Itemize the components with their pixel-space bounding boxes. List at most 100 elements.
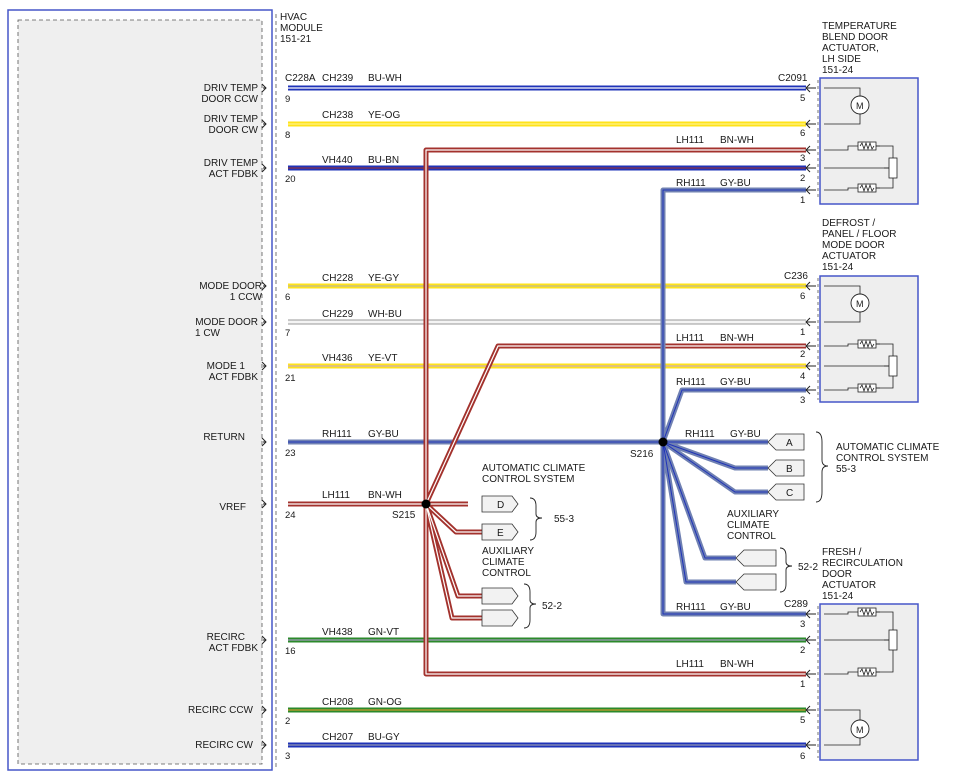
- act2-pin-4: 4: [800, 371, 805, 382]
- connector-b-label: B: [786, 464, 793, 475]
- pin-label-driv-temp-cw-2: DOOR CW: [209, 125, 259, 136]
- connector-c-label: C: [786, 488, 793, 499]
- wire-label-rh111-top-circuit: RH111: [676, 178, 706, 189]
- wiring-diagram: HVAC MODULE 151-21 DRIV TEMP DOOR CCW DR…: [7, 9, 940, 771]
- module-pin-21: 21: [285, 373, 296, 384]
- actuator-1-connector: C2091: [778, 73, 808, 84]
- wire-label-s216-branch-circuit: RH111: [685, 429, 715, 440]
- actuator-2-title-4: ACTUATOR: [822, 251, 876, 262]
- ref-s215-aux-3: CONTROL: [482, 568, 531, 579]
- actuator-2-title-2: PANEL / FLOOR: [822, 229, 896, 240]
- splice-s216: [658, 437, 668, 447]
- wire-label-rh111-bot-circuit: RH111: [676, 602, 706, 613]
- actuator-3-title-3: DOOR: [822, 569, 852, 580]
- pin-label-return: RETURN: [203, 432, 245, 443]
- wire-label-s216-branch-color: GY-BU: [730, 429, 761, 440]
- act3-pin-6: 6: [800, 751, 805, 762]
- ref-s216-aux-page: 52-2: [798, 562, 818, 573]
- actuator-3-title-4: ACTUATOR: [822, 580, 876, 591]
- ref-s215-aux-page: 52-2: [542, 601, 562, 612]
- act2-pin-3: 3: [800, 395, 805, 406]
- wire-label-lh111-top-color: BN-WH: [720, 135, 754, 146]
- wire-label-rh111-mid-color: GY-BU: [720, 377, 751, 388]
- connector-e-label: E: [497, 528, 504, 539]
- wire-label-lh111-top-circuit: LH111: [676, 135, 704, 146]
- pin-label-mode-fdbk-1: MODE 1: [207, 361, 246, 372]
- wire-lh111-network: [288, 147, 806, 677]
- wire-label-ch228-color: YE-GY: [368, 273, 399, 284]
- actuator-1-title-1: TEMPERATURE: [822, 21, 897, 32]
- svg-text:M: M: [856, 725, 864, 735]
- wire-label-lh111-mid-circuit: LH111: [676, 333, 704, 344]
- pin-label-recirc-cw: RECIRC CW: [195, 740, 253, 751]
- wire-label-rh111-top-color: GY-BU: [720, 178, 751, 189]
- splice-s215-label: S215: [392, 510, 416, 521]
- act1-pin-5: 5: [800, 93, 805, 104]
- resistor-icon: [857, 667, 877, 677]
- module-pin-numbers: 9 8 20 6 7 21 23 24 16 2 3: [285, 94, 296, 762]
- hvac-module-title-3: 151-21: [280, 34, 312, 45]
- ref-s215-acc-1: AUTOMATIC CLIMATE: [482, 463, 586, 474]
- pin-label-mode-ccw-1: MODE DOOR: [199, 281, 262, 292]
- svg-text:M: M: [856, 299, 864, 309]
- connector-aux-2: [481, 609, 519, 627]
- wire-label-ch239-circuit: CH239: [322, 73, 354, 84]
- actuator-1-title-3: ACTUATOR,: [822, 43, 879, 54]
- potentiometer-icon: [888, 629, 898, 651]
- wire-label-ch229-circuit: CH229: [322, 309, 354, 320]
- pin-label-mode-cw-1: MODE DOOR: [195, 317, 258, 328]
- wire-label-ch207-circuit: CH207: [322, 732, 354, 743]
- actuator-1-title-2: BLEND DOOR: [822, 32, 888, 43]
- splice-s215: [421, 499, 431, 509]
- act3-pin-1: 1: [800, 679, 805, 690]
- actuator-temp-blend: TEMPERATURE BLEND DOOR ACTUATOR, LH SIDE…: [778, 21, 919, 205]
- ref-s216-aux-3: CONTROL: [727, 531, 776, 542]
- pin-label-vref: VREF: [219, 502, 246, 513]
- act2-pin-2: 2: [800, 349, 805, 360]
- connector-aux-3: [735, 549, 777, 567]
- actuator-pin-numbers: 5 6 3 2 1 6 1 2 4 3 3 2 1 5 6: [800, 93, 805, 762]
- wire-label-ch207-color: BU-GY: [368, 732, 400, 743]
- pin-label-mode-cw-2: 1 CW: [195, 328, 221, 339]
- pin-label-driv-temp-ccw-1: DRIV TEMP: [204, 83, 259, 94]
- module-connector-c228a: C228A: [285, 73, 316, 84]
- wire-label-vh440-circuit: VH440: [322, 155, 353, 166]
- hvac-module-title-2: MODULE: [280, 23, 323, 34]
- wire-label-lh111-mid-color: BN-WH: [720, 333, 754, 344]
- wire-label-ch238-color: YE-OG: [368, 110, 400, 121]
- wire-label-return-circuit: RH111: [322, 429, 352, 440]
- actuator-2-title-5: 151-24: [822, 262, 854, 273]
- ref-s216-acc-2: CONTROL SYSTEM: [836, 453, 928, 464]
- pin-label-recirc-fdbk-1: RECIRC: [207, 632, 245, 643]
- connector-aux-1: [481, 587, 519, 605]
- connector-aux-4: [735, 573, 777, 591]
- resistor-icon: [857, 339, 877, 349]
- actuator-3-title-1: FRESH /: [822, 547, 862, 558]
- module-pin-16: 16: [285, 646, 296, 657]
- wire-label-ch239-color: BU-WH: [368, 73, 402, 84]
- pin-label-driv-temp-ccw-2: DOOR CCW: [201, 94, 258, 105]
- wire-label-vh436-color: YE-VT: [368, 353, 397, 364]
- wire-label-vh440-color: BU-BN: [368, 155, 399, 166]
- splice-s216-label: S216: [630, 449, 654, 460]
- pin-label-recirc-ccw: RECIRC CCW: [188, 705, 254, 716]
- pin-label-driv-temp-cw-1: DRIV TEMP: [204, 114, 259, 125]
- wire-label-ch229-color: WH-BU: [368, 309, 402, 320]
- svg-text:M: M: [856, 101, 864, 111]
- brace-s215-aux: [523, 583, 537, 629]
- ref-s215-aux-2: CLIMATE: [482, 557, 525, 568]
- wire-label-vref-color: BN-WH: [368, 490, 402, 501]
- act1-pin-2: 2: [800, 173, 805, 184]
- pin-label-driv-temp-fdbk-2: ACT FDBK: [209, 169, 259, 180]
- wire-label-ch238-circuit: CH238: [322, 110, 354, 121]
- wire-label-vh438-color: GN-VT: [368, 627, 399, 638]
- potentiometer-icon: [888, 355, 898, 377]
- wire-label-vh436-circuit: VH436: [322, 353, 353, 364]
- pin-label-recirc-fdbk-2: ACT FDBK: [209, 643, 259, 654]
- actuator-3-connector: C289: [784, 599, 808, 610]
- brace-s216-acc: [815, 431, 829, 503]
- actuator-3-title-5: 151-24: [822, 591, 854, 602]
- act1-pin-3: 3: [800, 153, 805, 164]
- wire-label-lh111-bot-color: BN-WH: [720, 659, 754, 670]
- act3-pin-2: 2: [800, 645, 805, 656]
